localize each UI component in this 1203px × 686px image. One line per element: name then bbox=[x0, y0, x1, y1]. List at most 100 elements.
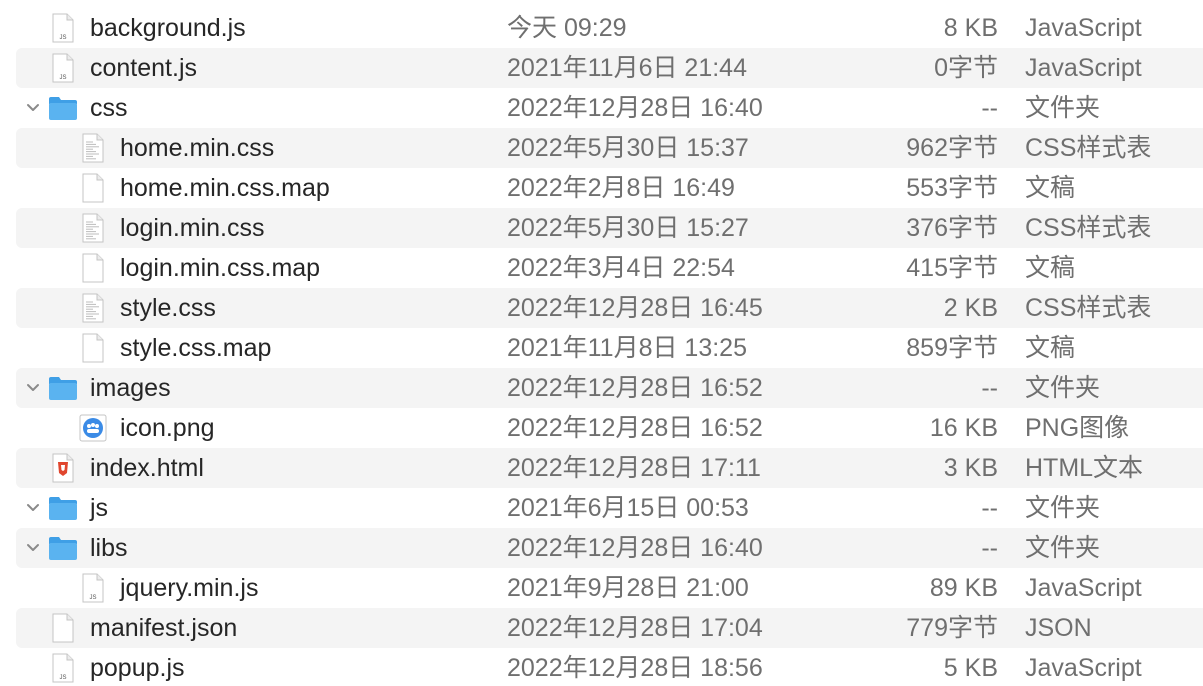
css-file-icon bbox=[78, 293, 108, 323]
file-kind: 文件夹 bbox=[1025, 374, 1101, 402]
file-date: 2022年5月30日 15:27 bbox=[507, 214, 749, 242]
file-date: 2022年2月8日 16:49 bbox=[507, 174, 735, 202]
chevron-down-icon[interactable] bbox=[24, 488, 42, 528]
file-size: -- bbox=[981, 494, 998, 522]
document-icon bbox=[78, 333, 108, 363]
folder-icon bbox=[48, 493, 78, 523]
file-date: 2022年12月28日 16:45 bbox=[507, 294, 763, 322]
js-file-icon: JS bbox=[78, 573, 108, 603]
folder-icon bbox=[48, 373, 78, 403]
file-size: 2 KB bbox=[943, 294, 998, 322]
js-file-icon: JS bbox=[48, 653, 78, 683]
file-name: css bbox=[90, 94, 128, 122]
file-date: 2021年9月28日 21:00 bbox=[507, 574, 749, 602]
chevron-down-icon[interactable] bbox=[24, 528, 42, 568]
file-row-manifest-json[interactable]: manifest.json 2022年12月28日 17:04 779字节 JS… bbox=[16, 608, 1203, 648]
file-name: style.css.map bbox=[120, 334, 272, 362]
js-file-icon: JS bbox=[48, 13, 78, 43]
file-size: -- bbox=[981, 534, 998, 562]
chevron-down-icon[interactable] bbox=[24, 368, 42, 408]
file-size: -- bbox=[981, 94, 998, 122]
file-list: JS background.js 今天 09:29 8 KB JavaScrip… bbox=[0, 8, 1203, 686]
file-size: 962字节 bbox=[906, 134, 998, 162]
file-row-style-css[interactable]: style.css 2022年12月28日 16:45 2 KB CSS样式表 bbox=[16, 288, 1203, 328]
file-size: 553字节 bbox=[906, 174, 998, 202]
file-row-style-css-map[interactable]: style.css.map 2021年11月8日 13:25 859字节 文稿 bbox=[16, 328, 1203, 368]
file-date: 2022年12月28日 18:56 bbox=[507, 654, 763, 682]
file-date: 2021年11月6日 21:44 bbox=[507, 54, 747, 82]
file-size: 859字节 bbox=[906, 334, 998, 362]
html-file-icon bbox=[48, 453, 78, 483]
file-name: icon.png bbox=[120, 414, 215, 442]
file-name: background.js bbox=[90, 14, 246, 42]
file-kind: JavaScript bbox=[1025, 14, 1142, 42]
file-name: login.min.css.map bbox=[120, 254, 321, 282]
file-kind: HTML文本 bbox=[1025, 454, 1144, 482]
file-date: 2022年12月28日 16:40 bbox=[507, 94, 763, 122]
js-file-icon: JS bbox=[48, 53, 78, 83]
file-name: home.min.css bbox=[120, 134, 275, 162]
file-row-background-js[interactable]: JS background.js 今天 09:29 8 KB JavaScrip… bbox=[16, 8, 1203, 48]
file-name: jquery.min.js bbox=[120, 574, 259, 602]
file-size: 376字节 bbox=[906, 214, 998, 242]
file-name: home.min.css.map bbox=[120, 174, 330, 202]
file-size: 5 KB bbox=[943, 654, 998, 682]
file-kind: JSON bbox=[1025, 614, 1092, 642]
file-date: 2021年6月15日 00:53 bbox=[507, 494, 749, 522]
file-date: 2022年12月28日 16:52 bbox=[507, 414, 763, 442]
file-row-home-min-css[interactable]: home.min.css 2022年5月30日 15:37 962字节 CSS样… bbox=[16, 128, 1203, 168]
file-row-js[interactable]: js 2021年6月15日 00:53 -- 文件夹 bbox=[16, 488, 1203, 528]
file-date: 2021年11月8日 13:25 bbox=[507, 334, 747, 362]
file-kind: PNG图像 bbox=[1025, 414, 1130, 442]
file-name: index.html bbox=[90, 454, 204, 482]
file-row-home-min-css-map[interactable]: home.min.css.map 2022年2月8日 16:49 553字节 文… bbox=[16, 168, 1203, 208]
file-row-content-js[interactable]: JS content.js 2021年11月6日 21:44 0字节 JavaS… bbox=[16, 48, 1203, 88]
file-row-popup-js[interactable]: JS popup.js 2022年12月28日 18:56 5 KB JavaS… bbox=[16, 648, 1203, 686]
folder-icon bbox=[48, 93, 78, 123]
file-kind: 文稿 bbox=[1025, 334, 1076, 362]
file-name: js bbox=[90, 494, 109, 522]
file-row-jquery-min-js[interactable]: JS jquery.min.js 2021年9月28日 21:00 89 KB … bbox=[16, 568, 1203, 608]
svg-text:JS: JS bbox=[59, 675, 66, 681]
file-kind: 文件夹 bbox=[1025, 494, 1101, 522]
file-kind: 文件夹 bbox=[1025, 534, 1101, 562]
file-row-login-min-css[interactable]: login.min.css 2022年5月30日 15:27 376字节 CSS… bbox=[16, 208, 1203, 248]
file-date: 2022年12月28日 16:52 bbox=[507, 374, 763, 402]
file-name: content.js bbox=[90, 54, 198, 82]
css-file-icon bbox=[78, 213, 108, 243]
file-kind: CSS样式表 bbox=[1025, 134, 1152, 162]
svg-text:JS: JS bbox=[59, 75, 66, 81]
chevron-down-icon[interactable] bbox=[24, 88, 42, 128]
file-row-css[interactable]: css 2022年12月28日 16:40 -- 文件夹 bbox=[16, 88, 1203, 128]
file-date: 2022年12月28日 17:04 bbox=[507, 614, 763, 642]
file-size: 16 KB bbox=[929, 414, 998, 442]
file-row-images[interactable]: images 2022年12月28日 16:52 -- 文件夹 bbox=[16, 368, 1203, 408]
file-kind: 文稿 bbox=[1025, 174, 1076, 202]
file-size: 0字节 bbox=[934, 54, 998, 82]
document-icon bbox=[78, 253, 108, 283]
file-row-login-min-css-map[interactable]: login.min.css.map 2022年3月4日 22:54 415字节 … bbox=[16, 248, 1203, 288]
png-image-icon bbox=[78, 413, 108, 443]
file-row-libs[interactable]: libs 2022年12月28日 16:40 -- 文件夹 bbox=[16, 528, 1203, 568]
file-date: 2022年5月30日 15:37 bbox=[507, 134, 749, 162]
folder-icon bbox=[48, 533, 78, 563]
file-size: 779字节 bbox=[906, 614, 998, 642]
file-name: manifest.json bbox=[90, 614, 238, 642]
file-row-icon-png[interactable]: icon.png 2022年12月28日 16:52 16 KB PNG图像 bbox=[16, 408, 1203, 448]
file-date: 2022年12月28日 17:11 bbox=[507, 454, 761, 482]
document-icon bbox=[78, 173, 108, 203]
file-name: popup.js bbox=[90, 654, 185, 682]
file-size: 415字节 bbox=[906, 254, 998, 282]
file-row-index-html[interactable]: index.html 2022年12月28日 17:11 3 KB HTML文本 bbox=[16, 448, 1203, 488]
file-name: login.min.css bbox=[120, 214, 265, 242]
file-date: 2022年12月28日 16:40 bbox=[507, 534, 763, 562]
file-size: 89 KB bbox=[929, 574, 998, 602]
document-icon bbox=[48, 613, 78, 643]
file-kind: JavaScript bbox=[1025, 54, 1142, 82]
file-kind: JavaScript bbox=[1025, 574, 1142, 602]
svg-text:JS: JS bbox=[89, 595, 96, 601]
svg-text:JS: JS bbox=[59, 35, 66, 41]
file-size: 3 KB bbox=[943, 454, 998, 482]
css-file-icon bbox=[78, 133, 108, 163]
file-kind: JavaScript bbox=[1025, 654, 1142, 682]
